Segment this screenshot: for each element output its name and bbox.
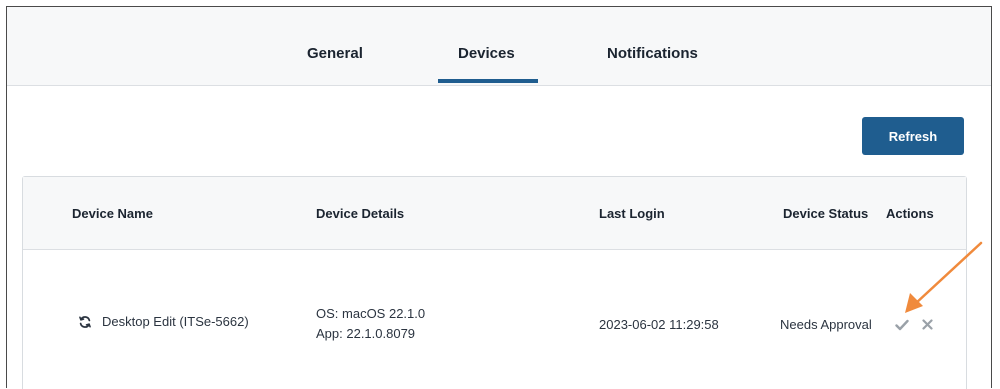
devices-table: Device Name Device Details Last Login De… <box>22 176 967 389</box>
active-tab-indicator <box>438 79 538 83</box>
column-header-actions: Actions <box>886 206 934 221</box>
device-os: OS: macOS 22.1.0 <box>316 306 426 321</box>
tab-general[interactable]: General <box>307 45 363 62</box>
settings-panel: General Devices Notifications Refresh De… <box>6 6 992 389</box>
refresh-button[interactable]: Refresh <box>862 117 964 155</box>
device-status: Needs Approval <box>780 317 872 332</box>
table-header: Device Name Device Details Last Login De… <box>23 177 966 250</box>
deny-icon[interactable] <box>922 319 933 330</box>
device-app-version: App: 22.1.0.8079 <box>316 326 416 341</box>
tab-notifications[interactable]: Notifications <box>607 45 698 62</box>
tab-bar: General Devices Notifications <box>7 7 991 86</box>
sync-icon <box>79 316 91 328</box>
approve-icon[interactable] <box>895 319 909 331</box>
column-header-device-details[interactable]: Device Details <box>316 206 404 221</box>
column-header-device-status[interactable]: Device Status <box>783 206 868 221</box>
tab-devices[interactable]: Devices <box>458 45 515 62</box>
device-name: Desktop Edit (ITSe-5662) <box>102 314 249 329</box>
column-header-device-name[interactable]: Device Name <box>72 206 153 221</box>
last-login-timestamp: 2023-06-02 11:29:58 <box>599 317 719 332</box>
column-header-last-login[interactable]: Last Login <box>599 206 665 221</box>
annotation-arrow-icon <box>905 241 983 313</box>
